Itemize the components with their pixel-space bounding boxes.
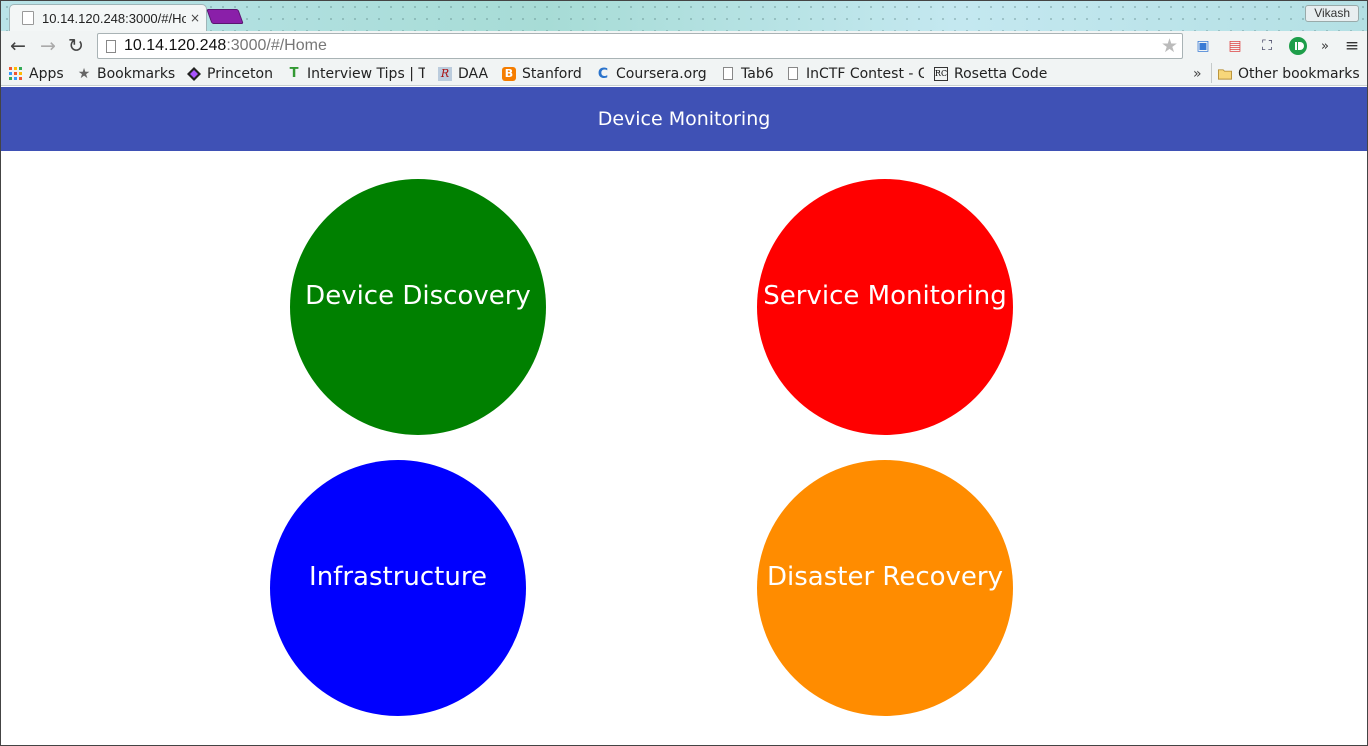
- bookmark-label: Rosetta Code: [954, 65, 1048, 82]
- tile-label: Infrastructure: [309, 562, 487, 592]
- page-icon: [106, 39, 116, 53]
- service-monitoring-button[interactable]: Service Monitoring: [757, 179, 1013, 435]
- other-bookmarks[interactable]: Other bookmarks: [1218, 64, 1360, 83]
- bookmark-coursera[interactable]: C Coursera.org: [596, 64, 707, 83]
- reload-icon[interactable]: ↻: [65, 35, 87, 57]
- url-path: :3000/#/Home: [226, 37, 327, 54]
- daa-icon: R: [438, 66, 452, 81]
- browser-toolbar: ← → ↻ 10.14.120.248:3000/#/Home ★ ▣ ▤ ⛶ …: [1, 31, 1367, 61]
- bookmark-label: DAA: [458, 65, 489, 82]
- bookmark-label: Stanford: [522, 65, 582, 82]
- app-header: Device Monitoring: [1, 87, 1367, 151]
- infrastructure-button[interactable]: Infrastructure: [270, 460, 526, 716]
- address-bar[interactable]: 10.14.120.248:3000/#/Home ★: [97, 33, 1183, 59]
- bookmark-label: Apps: [29, 65, 64, 82]
- device-discovery-button[interactable]: Device Discovery: [290, 179, 546, 435]
- bookmark-star-icon[interactable]: ★: [1161, 35, 1178, 57]
- app-title: Device Monitoring: [597, 108, 771, 130]
- star-icon: ★: [77, 65, 91, 82]
- bookmarks-overflow-button[interactable]: »: [1193, 64, 1202, 83]
- coursera-icon: C: [597, 65, 609, 82]
- bookmark-stanford[interactable]: B Stanford: [502, 64, 582, 83]
- tab-title: 10.14.120.248:3000/#/Home: [42, 10, 186, 26]
- page-icon: [721, 67, 735, 81]
- bookmark-interview-tips[interactable]: T Interview Tips | To: [287, 64, 425, 83]
- menu-icon[interactable]: ≡: [1342, 36, 1362, 56]
- cast-icon[interactable]: ▣: [1193, 36, 1213, 56]
- interview-icon: T: [289, 66, 299, 81]
- disaster-recovery-button[interactable]: Disaster Recovery: [757, 460, 1013, 716]
- bookmark-apps[interactable]: Apps: [9, 64, 64, 83]
- tile-label: Service Monitoring: [763, 281, 1007, 311]
- page-favicon-icon: [22, 11, 34, 25]
- bookmark-rosetta[interactable]: RC Rosetta Code: [934, 64, 1047, 83]
- bookmark-inctf[interactable]: InCTF Contest - Gr: [786, 64, 924, 83]
- blogger-icon: B: [502, 66, 516, 81]
- bookmark-daa[interactable]: R DAA: [438, 64, 488, 83]
- fullscreen-icon[interactable]: ⛶: [1257, 36, 1277, 56]
- close-tab-icon[interactable]: ×: [190, 11, 200, 25]
- extensions-overflow-icon[interactable]: »: [1315, 36, 1335, 56]
- princeton-icon: [187, 66, 201, 81]
- bookmark-label: Tab6: [741, 65, 774, 82]
- tile-label: Disaster Recovery: [767, 562, 1003, 592]
- tab-strip: 10.14.120.248:3000/#/Home × Vikash: [1, 1, 1367, 31]
- bookmarks-divider: [1211, 63, 1212, 83]
- profile-button[interactable]: Vikash: [1305, 5, 1359, 22]
- back-arrow-icon[interactable]: ←: [7, 35, 29, 57]
- extension-icon[interactable]: [1288, 36, 1308, 56]
- browser-window: 10.14.120.248:3000/#/Home × Vikash ← → ↻…: [0, 0, 1368, 746]
- tab-active[interactable]: 10.14.120.248:3000/#/Home ×: [9, 4, 207, 31]
- bookmark-label: Princeton: [207, 65, 273, 82]
- bookmark-label: Bookmarks: [97, 65, 176, 82]
- bookmark-label: Interview Tips | To: [307, 65, 425, 82]
- main-content: Device Discovery Service Monitoring Infr…: [1, 151, 1367, 745]
- bookmark-tab6[interactable]: Tab6: [721, 64, 774, 83]
- bookmark-princeton[interactable]: Princeton: [187, 64, 273, 83]
- calendar-icon[interactable]: ▤: [1225, 36, 1245, 56]
- forward-arrow-icon[interactable]: →: [37, 35, 59, 57]
- apps-grid-icon: [9, 66, 23, 81]
- tile-label: Device Discovery: [305, 281, 531, 311]
- new-tab-button[interactable]: [206, 9, 244, 24]
- rosetta-icon: RC: [934, 66, 948, 81]
- folder-icon: [1218, 67, 1232, 81]
- page-icon: [786, 67, 800, 81]
- bookmarks-bar: Apps ★ Bookmarks Princeton T Interview T…: [1, 61, 1367, 86]
- bookmark-label: Other bookmarks: [1238, 65, 1360, 82]
- url-host: 10.14.120.248: [124, 37, 227, 54]
- bookmark-bookmarks[interactable]: ★ Bookmarks: [77, 64, 176, 83]
- bookmark-label: InCTF Contest - Gr: [806, 65, 924, 82]
- bookmark-label: Coursera.org: [616, 65, 707, 82]
